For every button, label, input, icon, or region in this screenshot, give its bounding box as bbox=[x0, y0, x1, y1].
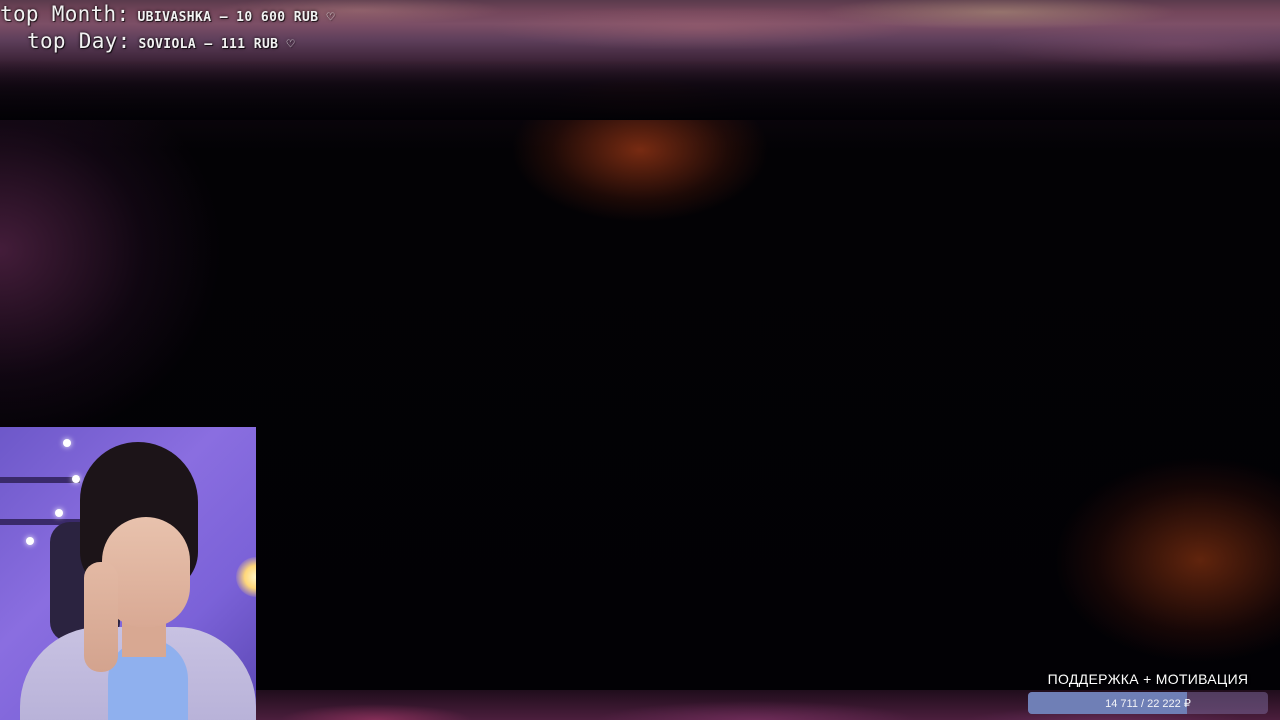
fairy-light bbox=[26, 537, 34, 545]
top-month-value: UBIVASHKA – 10 600 RUB ♡ bbox=[137, 10, 335, 25]
top-donors-widget: top Month: UBIVASHKA – 10 600 RUB ♡ top … bbox=[0, 2, 335, 56]
fairy-light bbox=[55, 509, 63, 517]
top-day-row: top Day: SOVIOLA – 111 RUB ♡ bbox=[0, 29, 335, 56]
streamer-hand bbox=[84, 562, 118, 672]
donation-goal-progress-text: 14 711 / 22 222 ₽ bbox=[1105, 697, 1191, 710]
hills-silhouette bbox=[0, 60, 1280, 120]
fairy-light bbox=[72, 475, 80, 483]
fairy-light bbox=[63, 439, 71, 447]
top-month-row: top Month: UBIVASHKA – 10 600 RUB ♡ bbox=[0, 2, 335, 29]
lamp bbox=[236, 557, 256, 597]
top-day-label: top Day: bbox=[27, 29, 131, 53]
top-month-label: top Month: bbox=[0, 2, 130, 26]
donation-goal-widget: ПОДДЕРЖКА + МОТИВАЦИЯ 14 711 / 22 222 ₽ bbox=[1028, 671, 1268, 714]
donation-goal-progress-bar: 14 711 / 22 222 ₽ bbox=[1028, 692, 1268, 714]
webcam-feed bbox=[0, 427, 256, 720]
donation-goal-title: ПОДДЕРЖКА + МОТИВАЦИЯ bbox=[1047, 671, 1249, 687]
shelf bbox=[0, 477, 80, 483]
top-day-value: SOVIOLA – 111 RUB ♡ bbox=[138, 37, 295, 52]
